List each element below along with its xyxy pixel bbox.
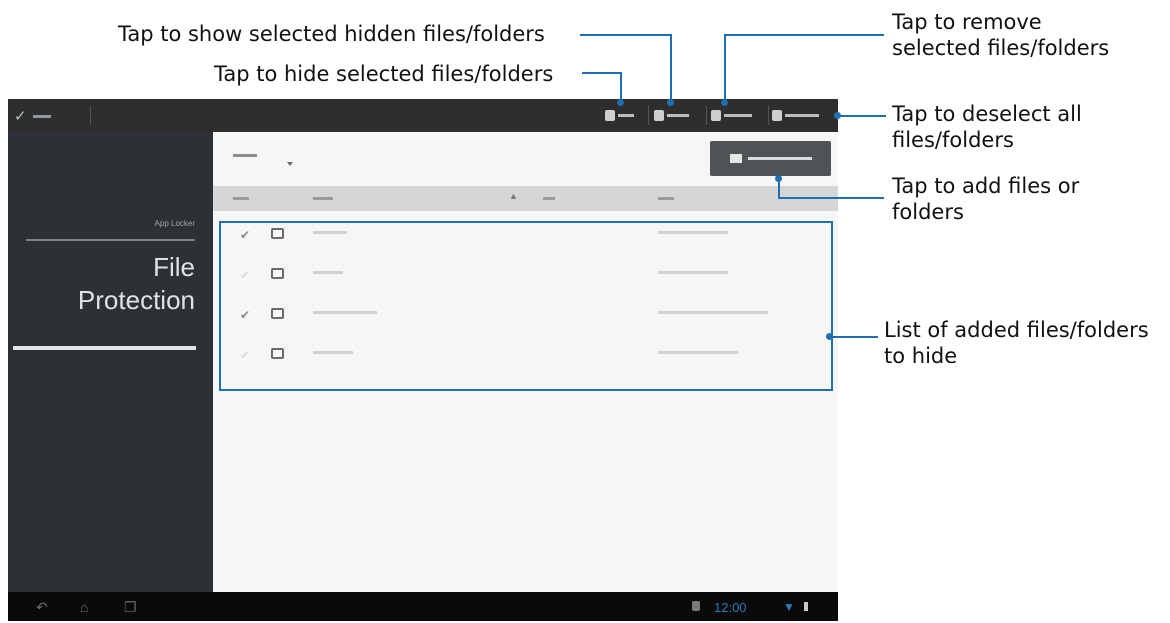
deselect-all-button[interactable] <box>772 106 834 125</box>
sidebar-divider <box>26 239 195 241</box>
leader-line <box>580 34 672 36</box>
back-icon[interactable]: ↶ <box>36 599 48 616</box>
done-label <box>32 114 51 118</box>
leader-line <box>670 34 672 102</box>
add-files-folders-label <box>747 157 812 160</box>
selected-indicator <box>13 346 196 350</box>
callout-remove-line2: selected files/folders <box>892 36 1110 60</box>
unhide-button[interactable] <box>654 106 702 125</box>
callout-hide-selected: Tap to hide selected files/folders <box>214 62 554 86</box>
home-icon[interactable]: ⌂ <box>80 599 88 615</box>
action-bar-divider <box>706 106 707 125</box>
callout-list-line1: List of added files/folders <box>884 318 1149 342</box>
filter-label <box>233 154 257 157</box>
recent-apps-icon[interactable]: ❐ <box>124 599 137 616</box>
leader-dot <box>617 99 624 106</box>
sidebar: App Locker File Protection <box>8 132 213 592</box>
leader-line <box>724 34 884 36</box>
leader-line <box>838 115 886 117</box>
page-title-line2: Protection <box>77 285 195 315</box>
callout-remove-line1: Tap to remove <box>892 10 1042 34</box>
action-bar-divider <box>90 106 91 125</box>
callout-list-line2: to hide <box>884 344 958 368</box>
sort-caret-icon: ▲ <box>509 191 518 201</box>
page-title-line1: File <box>153 252 195 282</box>
status-clock: 12:00 <box>714 600 747 615</box>
column-header-type[interactable] <box>233 197 249 200</box>
leader-dot <box>826 333 833 340</box>
column-header-path[interactable] <box>658 197 674 200</box>
action-bar-divider <box>768 106 769 125</box>
column-header-size[interactable] <box>543 197 555 200</box>
remove-label <box>724 114 752 117</box>
list-highlight-box <box>219 221 833 391</box>
leader-dot <box>834 112 841 119</box>
hide-label <box>618 114 634 117</box>
leader-line <box>830 336 878 338</box>
dropdown-caret-icon <box>287 162 293 166</box>
leader-dot <box>775 175 782 182</box>
hide-icon <box>605 110 615 121</box>
lock-icon <box>692 601 700 611</box>
action-bar: ✓ <box>8 99 838 132</box>
trash-icon <box>711 110 721 121</box>
battery-icon <box>804 602 808 611</box>
wifi-icon: ▼ <box>783 600 795 614</box>
unhide-icon <box>654 110 664 121</box>
action-bar-divider <box>648 106 649 125</box>
leader-dot <box>667 99 674 106</box>
system-nav-bar: ↶ ⌂ ❐ 12:00 ▼ <box>8 592 838 621</box>
leader-line <box>582 72 622 74</box>
filter-dropdown[interactable] <box>233 153 257 159</box>
done-button[interactable]: ✓ <box>14 105 84 127</box>
callout-add-line2: folders <box>892 200 964 224</box>
check-icon: ✓ <box>14 108 27 125</box>
app-name: App Locker <box>154 219 195 228</box>
callout-add-line1: Tap to add files or <box>892 174 1080 198</box>
column-header-name[interactable] <box>313 197 333 200</box>
callout-show-hidden: Tap to show selected hidden files/folder… <box>118 22 545 46</box>
deselect-all-label <box>785 114 819 117</box>
leader-line <box>620 72 622 102</box>
callout-deselect-line1: Tap to deselect all <box>892 102 1082 126</box>
unhide-label <box>667 114 689 117</box>
leader-line <box>778 197 884 199</box>
folder-add-icon <box>729 154 742 163</box>
remove-button[interactable] <box>711 106 765 125</box>
callout-deselect-line2: files/folders <box>892 128 1014 152</box>
table-header: ▲ <box>213 186 838 211</box>
deselect-icon <box>772 110 782 121</box>
leader-line <box>724 34 726 102</box>
hide-button[interactable] <box>605 106 645 125</box>
add-files-folders-button[interactable] <box>710 141 831 176</box>
leader-dot <box>721 99 728 106</box>
